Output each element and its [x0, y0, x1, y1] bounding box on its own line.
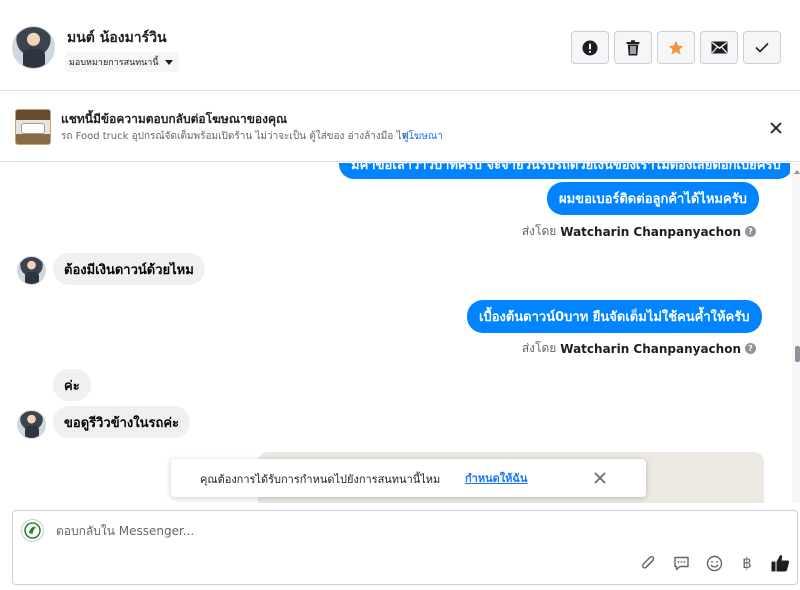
- sender-name: Watcharin Chanpanyachon: [560, 224, 741, 239]
- ad-description: รถ Food truck อุปกรณ์จัดเต็มพร้อมเปิดร้า…: [61, 131, 419, 142]
- alert-icon: [582, 40, 598, 55]
- baht-icon: ฿: [742, 554, 752, 572]
- header-actions: [571, 31, 781, 64]
- assign-to-me-link[interactable]: กำหนดให้ฉัน: [465, 469, 527, 487]
- scrollbar[interactable]: [792, 163, 800, 503]
- reply-input[interactable]: [56, 523, 656, 539]
- mark-unread-button[interactable]: [700, 31, 738, 64]
- contact-avatar[interactable]: [12, 26, 55, 69]
- scrollbar-thumb[interactable]: [795, 346, 800, 362]
- message-incoming[interactable]: ค่ะ: [53, 369, 91, 401]
- attachment-icon: [641, 555, 654, 568]
- message-incoming[interactable]: ต้องมีเงินดาวน์ด้วยไหม: [53, 253, 205, 285]
- emoji-icon: [706, 555, 722, 571]
- page-logo-icon: [24, 522, 41, 539]
- attachment-button[interactable]: [638, 553, 658, 573]
- message-outgoing[interactable]: เบื้องต้นดาวน์0บาท ยืนจัดเต็มไม่ใช้คนค้ำ…: [467, 300, 762, 333]
- help-icon[interactable]: ?: [745, 226, 756, 237]
- contact-avatar: [17, 256, 46, 285]
- close-icon[interactable]: [593, 471, 607, 485]
- sender-name: Watcharin Chanpanyachon: [560, 341, 741, 356]
- conversation-header: มนต์ น้องมาร์วิน มอบหมายการสนทนานี้: [0, 0, 800, 91]
- assign-conversation-dropdown[interactable]: มอบหมายการสนทนานี้: [65, 52, 179, 72]
- delete-button[interactable]: [614, 31, 652, 64]
- star-icon: [668, 40, 684, 55]
- inbox-conversation: มนต์ น้องมาร์วิน มอบหมายการสนทนานี้ แชทน…: [0, 0, 800, 590]
- view-ad-link[interactable]: ดูโฆษณา: [402, 129, 443, 144]
- done-button[interactable]: [743, 31, 781, 64]
- like-button[interactable]: [770, 553, 790, 573]
- saved-reply-button[interactable]: [671, 553, 691, 573]
- help-icon[interactable]: ?: [745, 343, 756, 354]
- contact-name[interactable]: มนต์ น้องมาร์วิน: [67, 27, 167, 49]
- checkmark-icon: [755, 42, 769, 53]
- thumbs-up-icon: [771, 555, 789, 572]
- contact-avatar: [17, 410, 46, 439]
- reply-composer: ฿: [12, 510, 798, 585]
- envelope-icon: [711, 41, 727, 54]
- trash-icon: [626, 39, 640, 55]
- assign-label: มอบหมายการสนทนานี้: [69, 58, 159, 68]
- scroll-up-icon[interactable]: [794, 170, 800, 174]
- page-logo-avatar: [21, 519, 44, 542]
- sent-by-label: ส่งโดย Watcharin Chanpanyachon ?: [522, 339, 756, 358]
- assign-toast: คุณต้องการได้รับการกำหนดไปยังการสนทนานี้…: [171, 459, 646, 497]
- message-outgoing[interactable]: ผมขอเบอร์ติดต่อลูกค้าได้ไหมครับ: [547, 182, 759, 215]
- sent-by-label: ส่งโดย Watcharin Chanpanyachon ?: [522, 222, 756, 241]
- star-button[interactable]: [657, 31, 695, 64]
- caret-down-icon: [164, 59, 173, 65]
- close-icon[interactable]: [767, 119, 785, 137]
- message-list: มีคำขอเล่าวาวบาทครับ จะจ่ายวันรับรถด้วยเ…: [0, 163, 790, 503]
- message-outgoing[interactable]: มีคำขอเล่าวาวบาทครับ จะจ่ายวันรับรถด้วยเ…: [339, 163, 790, 179]
- mark-spam-button[interactable]: [571, 31, 609, 64]
- ad-reply-banner: แชทนี้มีข้อความตอบกลับต่อโฆษณาของคุณ รถ …: [0, 92, 800, 162]
- ad-thumbnail[interactable]: [15, 109, 51, 145]
- emoji-button[interactable]: [704, 553, 724, 573]
- saved-reply-icon: [673, 556, 689, 570]
- ad-banner-title: แชทนี้มีข้อความตอบกลับต่อโฆษณาของคุณ: [61, 112, 288, 126]
- toast-message: คุณต้องการได้รับการกำหนดไปยังการสนทนานี้…: [200, 473, 441, 486]
- composer-tools: ฿: [638, 553, 790, 573]
- payment-button[interactable]: ฿: [737, 553, 757, 573]
- message-incoming[interactable]: ขอดูรีวิวข้างในรถค่ะ: [53, 406, 191, 438]
